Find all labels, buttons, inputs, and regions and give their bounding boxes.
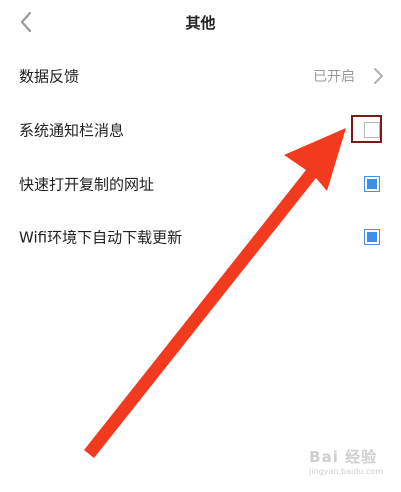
- red-arrow-annotation: [84, 128, 346, 458]
- watermark-sub: jingyan.baidu.com: [309, 467, 383, 476]
- watermark: Bai 经验 jingyan.baidu.com: [309, 446, 383, 476]
- watermark-text: Bai 经验: [309, 448, 378, 466]
